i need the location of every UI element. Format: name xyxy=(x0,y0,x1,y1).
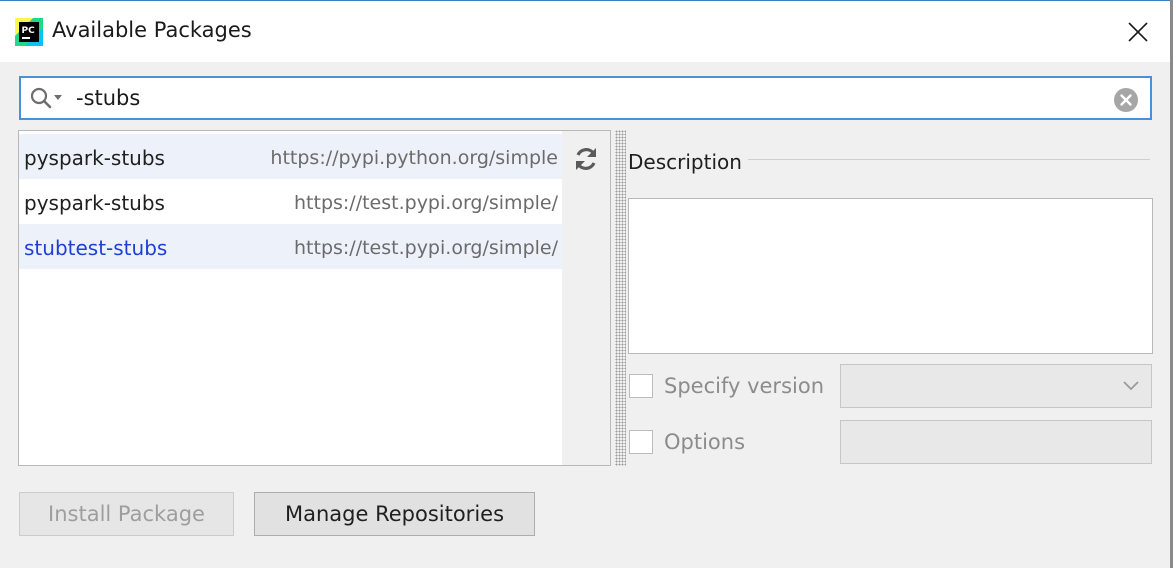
version-select[interactable] xyxy=(840,364,1152,408)
options-field[interactable] xyxy=(840,420,1152,464)
specify-version-checkbox[interactable] xyxy=(629,374,653,398)
app-icon-text: PC xyxy=(22,26,36,36)
specify-version-label: Specify version xyxy=(664,374,825,398)
package-name: stubtest-stubs xyxy=(24,236,168,260)
package-row[interactable]: stubtest-stubs https://test.pypi.org/sim… xyxy=(19,224,562,269)
install-package-button[interactable]: Install Package xyxy=(19,492,234,536)
manage-repositories-button[interactable]: Manage Repositories xyxy=(254,492,535,536)
package-name: pyspark-stubs xyxy=(24,191,165,215)
close-button[interactable] xyxy=(1117,13,1159,51)
chevron-down-icon xyxy=(1123,381,1139,391)
splitter-handle[interactable] xyxy=(615,130,626,466)
options-label: Options xyxy=(664,430,746,454)
pycharm-icon: PC xyxy=(15,18,43,46)
package-repo: https://test.pypi.org/simple/ xyxy=(294,192,558,214)
title-bar: PC Available Packages xyxy=(0,0,1173,62)
package-row[interactable]: pyspark-stubs https://pypi.python.org/si… xyxy=(19,134,562,179)
package-repo: https://test.pypi.org/simple/ xyxy=(294,237,558,259)
package-name: pyspark-stubs xyxy=(24,146,165,170)
window-title: Available Packages xyxy=(52,18,252,42)
search-box xyxy=(19,76,1152,120)
package-list[interactable]: pyspark-stubs https://pypi.python.org/si… xyxy=(18,130,563,466)
package-row[interactable]: pyspark-stubs https://test.pypi.org/simp… xyxy=(19,179,562,224)
close-icon[interactable] xyxy=(1117,13,1159,51)
search-icon[interactable] xyxy=(30,87,68,115)
options-checkbox[interactable] xyxy=(629,430,653,454)
description-label: Description xyxy=(628,150,742,174)
description-box xyxy=(628,198,1153,354)
refresh-icon[interactable] xyxy=(572,145,600,177)
description-divider xyxy=(748,159,1150,160)
refresh-panel xyxy=(562,130,611,466)
search-input[interactable] xyxy=(76,82,1096,114)
clear-icon[interactable] xyxy=(1113,87,1139,117)
package-repo: https://pypi.python.org/simple xyxy=(270,147,558,169)
